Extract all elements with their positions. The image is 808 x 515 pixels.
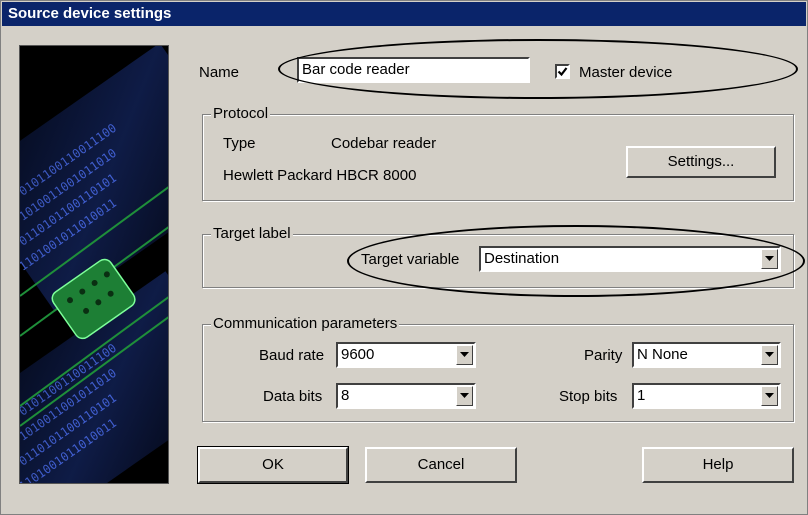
stop-bits-label: Stop bits (559, 388, 618, 405)
settings-button[interactable]: Settings... (626, 146, 776, 178)
binary-circuit-image: 0101100110011100 1010011001011010 011010… (19, 45, 169, 484)
dropdown-arrow-button[interactable] (761, 345, 778, 365)
parity-label: Parity (584, 347, 623, 364)
stop-bits-value: 1 (637, 387, 646, 404)
chevron-down-icon (460, 352, 469, 357)
stop-bits-select[interactable]: 1 (632, 383, 781, 409)
target-label-legend: Target label (211, 225, 293, 242)
chevron-down-icon (765, 352, 774, 357)
protocol-device: Hewlett Packard HBCR 8000 (223, 167, 417, 184)
chevron-down-icon (460, 393, 469, 398)
source-device-settings-dialog: Source device settings 0101100110011100 … (0, 0, 808, 515)
baud-rate-select[interactable]: 9600 (336, 342, 476, 368)
master-device-checkbox[interactable] (555, 64, 570, 79)
data-bits-label: Data bits (263, 388, 323, 405)
ok-button[interactable]: OK (197, 446, 349, 484)
target-variable-select[interactable]: Destination (479, 246, 781, 272)
master-device-label: Master device (579, 64, 673, 81)
dropdown-arrow-button[interactable] (761, 249, 778, 269)
dropdown-arrow-button[interactable] (761, 386, 778, 406)
baud-rate-value: 9600 (341, 346, 375, 363)
target-variable-value: Destination (484, 250, 560, 267)
data-bits-value: 8 (341, 387, 350, 404)
protocol-legend: Protocol (211, 105, 271, 122)
parity-select[interactable]: N None (632, 342, 781, 368)
chevron-down-icon (765, 256, 774, 261)
baud-rate-label: Baud rate (259, 347, 325, 364)
protocol-type-value: Codebar reader (331, 135, 437, 152)
name-label: Name (199, 64, 240, 81)
checkmark-icon (557, 67, 568, 77)
window-title: Source device settings (2, 2, 806, 26)
help-button[interactable]: Help (642, 447, 794, 483)
chevron-down-icon (765, 393, 774, 398)
protocol-type-label: Type (223, 135, 256, 152)
data-bits-select[interactable]: 8 (336, 383, 476, 409)
dropdown-arrow-button[interactable] (456, 386, 473, 406)
dropdown-arrow-button[interactable] (456, 345, 473, 365)
target-variable-label: Target variable (361, 251, 460, 268)
parity-value: N None (637, 346, 688, 363)
name-input[interactable]: Bar code reader (297, 57, 530, 83)
cancel-button[interactable]: Cancel (365, 447, 517, 483)
communication-parameters-legend: Communication parameters (211, 315, 400, 332)
